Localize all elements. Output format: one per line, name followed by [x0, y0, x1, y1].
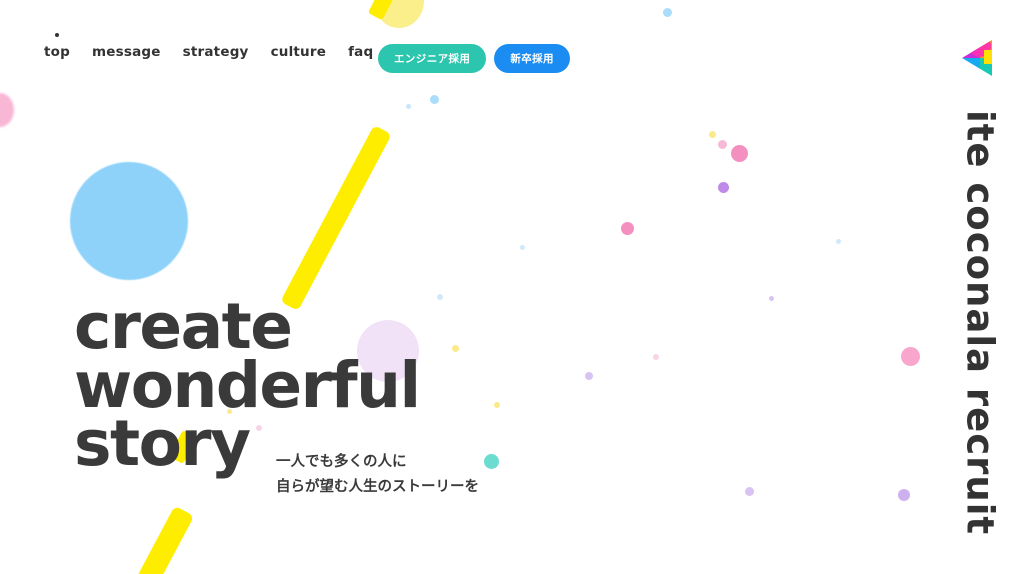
- hero-headline-line-1: create: [74, 290, 293, 363]
- particle-dot: [653, 354, 659, 360]
- nav-item-label: message: [92, 44, 161, 60]
- nav-item-label: culture: [270, 44, 327, 60]
- nav-item-faq[interactable]: faq: [348, 44, 374, 60]
- hero-subtitle-line-1: 一人でも多くの人に: [276, 454, 407, 470]
- blue-circle-decoration: [70, 162, 188, 280]
- particle-dot: [745, 487, 754, 496]
- hero-subtitle-line-2: 自らが望む人生のストーリーを: [276, 479, 479, 496]
- hero-headline: create wonderful story: [74, 290, 421, 475]
- cta-button-group: エンジニア採用 新卒採用: [378, 44, 570, 73]
- cta-button-label: 新卒採用: [510, 53, 554, 65]
- nav-item-culture[interactable]: culture: [270, 44, 327, 60]
- particle-dot: [452, 345, 459, 352]
- site-header: topmessagestrategyculturefaqjobs エンジニア採用…: [0, 0, 1024, 100]
- particle-dot: [621, 222, 634, 235]
- nav-item-top[interactable]: top: [44, 33, 70, 60]
- logo[interactable]: [958, 36, 1000, 78]
- particle-dot: [731, 145, 748, 162]
- cta-button-1[interactable]: エンジニア採用: [378, 44, 487, 73]
- main-navigation: topmessagestrategyculturefaqjobs: [44, 33, 428, 60]
- nav-item-strategy[interactable]: strategy: [182, 44, 249, 60]
- particle-dot: [769, 296, 774, 301]
- particle-dot: [494, 402, 500, 408]
- nav-item-label: strategy: [182, 44, 249, 60]
- particle-dot: [437, 294, 443, 300]
- cta-button-label: エンジニア採用: [394, 53, 471, 65]
- nav-item-message[interactable]: message: [92, 44, 161, 60]
- particle-dot: [520, 245, 525, 250]
- side-vertical-label: ite coconala recruit: [954, 110, 1006, 550]
- particle-dot: [406, 104, 411, 109]
- particle-dot: [718, 182, 729, 193]
- hero-subtitle: 一人でも多くの人に 自らが望む人生のストーリーを: [276, 450, 479, 501]
- particle-dot: [718, 140, 727, 149]
- nav-active-dot-icon: [55, 33, 59, 37]
- hero-block: create wonderful story 一人でも多くの人に 自らが望む人生…: [74, 290, 479, 495]
- particle-dot: [901, 347, 920, 366]
- coconala-logo-icon: [962, 40, 992, 76]
- particle-dot: [585, 372, 593, 380]
- particle-dot: [898, 489, 910, 501]
- yellow-stripe-decoration-2: [127, 505, 195, 574]
- particle-dot: [836, 239, 841, 244]
- yellow-stripe-decoration-1: [280, 125, 392, 311]
- nav-item-label: top: [44, 44, 70, 60]
- cta-button-2[interactable]: 新卒採用: [494, 44, 570, 73]
- nav-item-label: faq: [348, 44, 374, 60]
- hero-page: topmessagestrategyculturefaqjobs エンジニア採用…: [0, 0, 1024, 574]
- particle-dot: [709, 131, 716, 138]
- particle-dot: [484, 454, 499, 469]
- side-vertical-label-text: ite coconala recruit: [958, 110, 1002, 536]
